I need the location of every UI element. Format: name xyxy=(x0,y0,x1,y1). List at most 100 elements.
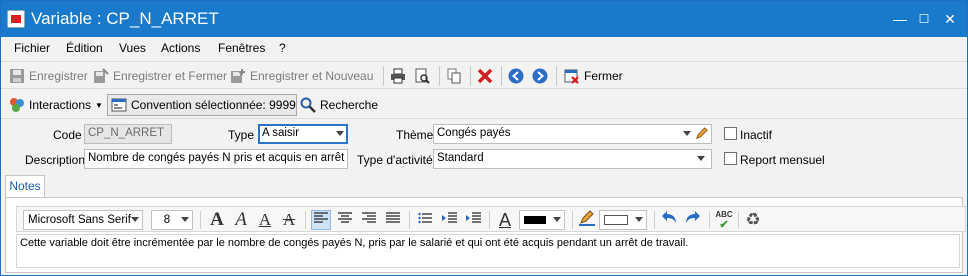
chevron-down-icon xyxy=(131,217,139,222)
highlight-icon[interactable] xyxy=(577,210,597,230)
save-label: Enregistrer xyxy=(29,69,88,83)
menu-edition[interactable]: Édition xyxy=(66,41,103,55)
save-button[interactable]: Enregistrer xyxy=(9,67,88,85)
arrow-left-circle-icon xyxy=(508,68,524,84)
previous-button[interactable] xyxy=(508,67,524,85)
italic-icon[interactable]: A xyxy=(231,210,251,230)
strikethrough-icon[interactable]: A xyxy=(279,210,299,230)
close-form-button[interactable]: Fermer xyxy=(564,67,623,85)
search-button[interactable]: Recherche xyxy=(300,96,378,114)
menu-vues[interactable]: Vues xyxy=(119,41,146,55)
activity-type-select[interactable]: Standard xyxy=(433,149,712,169)
close-doc-icon xyxy=(564,69,579,84)
interactions-dropdown[interactable]: Interactions ▼ xyxy=(9,96,103,114)
type-select[interactable]: A saisir xyxy=(258,124,348,144)
indent-icon[interactable] xyxy=(463,210,483,230)
chevron-down-icon xyxy=(683,131,691,136)
inactive-checkbox[interactable] xyxy=(724,127,737,140)
chevron-down-icon xyxy=(336,131,344,136)
align-center-icon[interactable] xyxy=(335,210,355,230)
title-bar[interactable]: Variable : CP_N_ARRET — ☐ ✕ xyxy=(1,1,967,37)
align-justify-icon[interactable] xyxy=(383,210,403,230)
toolbar-separator xyxy=(654,211,655,229)
save-close-label: Enregistrer et Fermer xyxy=(113,69,228,83)
maximize-button[interactable]: ☐ xyxy=(913,9,935,29)
menu-fichier[interactable]: Fichier xyxy=(14,41,50,55)
toolbar-separator xyxy=(439,66,440,86)
close-button[interactable]: ✕ xyxy=(939,9,961,29)
main-toolbar: Enregistrer Enregistrer et Fermer Enregi… xyxy=(1,61,967,89)
font-color-icon[interactable]: A xyxy=(495,210,515,230)
delete-button[interactable] xyxy=(477,67,493,85)
rich-text-toolbar: Microsoft Sans Serif 8 A A A A A ABC ✔ ♻ xyxy=(16,206,966,232)
copy-button[interactable] xyxy=(446,67,462,85)
type-value: A saisir xyxy=(262,127,300,139)
align-right-icon[interactable] xyxy=(359,210,379,230)
next-button[interactable] xyxy=(532,67,548,85)
app-icon xyxy=(7,10,25,28)
close-form-label: Fermer xyxy=(584,69,623,83)
window-title: Variable : CP_N_ARRET xyxy=(31,9,219,28)
minimize-button[interactable]: — xyxy=(889,9,911,29)
recycle-icon[interactable]: ♻ xyxy=(743,210,763,230)
font-size-value: 8 xyxy=(163,214,171,226)
interactions-icon xyxy=(10,98,24,112)
convention-label: Convention sélectionnée: 9999 xyxy=(131,98,296,112)
notes-panel: Microsoft Sans Serif 8 A A A A A ABC ✔ ♻… xyxy=(5,197,966,273)
interactions-label: Interactions xyxy=(29,98,92,112)
font-value: Microsoft Sans Serif xyxy=(28,214,131,226)
font-size-select[interactable]: 8 xyxy=(151,210,193,230)
menu-fenetres[interactable]: Fenêtres xyxy=(218,41,265,55)
menu-actions[interactable]: Actions xyxy=(161,41,200,55)
outdent-icon[interactable] xyxy=(439,210,459,230)
convention-icon xyxy=(111,98,127,112)
chevron-down-icon xyxy=(697,156,705,161)
floppy-icon xyxy=(10,69,24,83)
toolbar-separator xyxy=(305,211,306,229)
chevron-down-icon xyxy=(553,217,561,222)
notes-editor[interactable]: Cette variable doit être incrémentée par… xyxy=(16,234,960,268)
spellcheck-icon[interactable]: ABC ✔ xyxy=(714,210,734,231)
bold-icon[interactable]: A xyxy=(207,210,227,230)
variable-form: Code CP_N_ARRET Type A saisir Thème Cong… xyxy=(1,120,967,176)
menu-help[interactable]: ? xyxy=(279,41,286,55)
theme-select[interactable]: Congés payés xyxy=(433,124,712,144)
description-field[interactable]: Nombre de congés payés N pris et acquis … xyxy=(84,149,348,169)
toolbar-separator xyxy=(470,66,471,86)
highlight-color-select[interactable] xyxy=(599,210,647,230)
underline-icon[interactable]: A xyxy=(255,210,275,230)
printer-icon xyxy=(391,68,405,84)
font-select[interactable]: Microsoft Sans Serif xyxy=(23,210,143,230)
color-swatch xyxy=(604,215,628,225)
toolbar-separator xyxy=(572,211,573,229)
inactive-label: Inactif xyxy=(740,128,773,142)
save-new-label: Enregistrer et Nouveau xyxy=(250,69,374,83)
theme-label: Thème xyxy=(396,128,434,142)
code-label: Code xyxy=(53,128,82,142)
theme-value: Congés payés xyxy=(437,127,511,139)
print-preview-icon xyxy=(415,68,430,84)
save-new-button[interactable]: Enregistrer et Nouveau xyxy=(230,67,373,85)
convention-button[interactable]: Convention sélectionnée: 9999 xyxy=(107,94,297,116)
undo-icon[interactable] xyxy=(659,210,679,230)
print-button[interactable] xyxy=(390,67,406,85)
activity-type-value: Standard xyxy=(437,152,484,164)
copy-icon xyxy=(447,68,461,84)
monthly-report-checkbox[interactable] xyxy=(724,152,737,165)
toolbar-separator xyxy=(409,211,410,229)
toolbar-separator xyxy=(383,66,384,86)
toolbar-separator xyxy=(200,211,201,229)
redo-icon[interactable] xyxy=(683,210,703,230)
save-close-button[interactable]: Enregistrer et Fermer xyxy=(93,67,227,85)
search-icon xyxy=(300,97,316,113)
print-preview-button[interactable] xyxy=(414,67,430,85)
tab-notes[interactable]: Notes xyxy=(5,175,45,198)
menu-bar: Fichier Édition Vues Actions Fenêtres ? xyxy=(1,37,967,59)
save-new-icon xyxy=(231,69,245,83)
pencil-icon[interactable] xyxy=(695,127,708,140)
font-color-select[interactable] xyxy=(519,210,565,230)
delete-x-icon xyxy=(477,68,493,84)
align-left-icon[interactable] xyxy=(311,210,331,230)
type-label: Type xyxy=(228,128,255,142)
bullet-list-icon[interactable] xyxy=(415,210,435,230)
